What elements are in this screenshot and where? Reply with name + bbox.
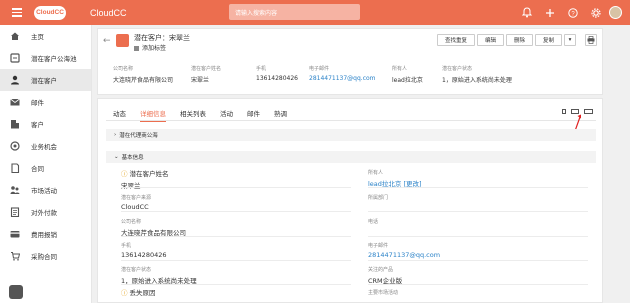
- sidebar-item-label: 对外付款: [31, 209, 57, 217]
- sidebar-item-label: 客户: [31, 121, 44, 129]
- section-basic-info[interactable]: ⌄ 基本信息: [106, 151, 596, 163]
- tabs-divider: [106, 120, 596, 121]
- app-launcher-icon[interactable]: [9, 285, 23, 299]
- sidebar-item-label: 主页: [31, 33, 44, 41]
- header-field-owner: 所有人 lead拉北京: [392, 66, 423, 84]
- sidebar-item-mail[interactable]: 邮件: [0, 91, 91, 113]
- tag-icon: [134, 46, 139, 51]
- divider: [121, 236, 351, 237]
- section-agent-pool[interactable]: › 潜在代理商公海: [106, 129, 596, 141]
- field-mobile: 手机 13614280426: [121, 243, 167, 259]
- mail-icon: [9, 97, 20, 108]
- help-icon[interactable]: ?: [561, 0, 584, 25]
- sidebar-item-leads[interactable]: 潜在客户: [0, 69, 91, 91]
- field-lead-source: 潜在客户来源 CloudCC: [121, 195, 152, 211]
- sidebar-item-label: 费用报销: [31, 231, 57, 239]
- chevron-right-icon: ›: [114, 132, 117, 138]
- field-email: 电子邮件 2814471137@qq.com: [368, 243, 441, 259]
- header-field-mobile: 手机 13614280426: [256, 66, 298, 82]
- field-lost-reason: ⓘ 丢失原因: [121, 289, 156, 297]
- section-title: 潜在代理商公海: [119, 133, 158, 139]
- sidebar-item-purchase-contracts[interactable]: 采购合同: [0, 245, 91, 267]
- divider: [121, 260, 351, 261]
- divider: [368, 187, 588, 188]
- more-actions-dropdown[interactable]: ▾: [564, 34, 576, 46]
- divider: [121, 284, 351, 285]
- back-icon[interactable]: ←: [103, 36, 111, 46]
- avatar[interactable]: [609, 6, 622, 19]
- page-title: 潜在客户：宋翠兰: [134, 34, 190, 42]
- sidebar: 主页 潜在客户公海池 潜在客户 邮件 客户 业务机会 合同 市场活动 对外付款 …: [0, 25, 92, 303]
- home-icon: [9, 31, 20, 42]
- menu-icon[interactable]: [0, 0, 34, 25]
- field-lead-status: 潜在客户状态 1，原始进入系统尚未处理: [121, 267, 197, 285]
- lead-record-icon: [116, 34, 129, 47]
- sidebar-item-label: 市场活动: [31, 187, 57, 195]
- sidebar-item-accounts[interactable]: 客户: [0, 113, 91, 135]
- expense-icon: [9, 229, 20, 240]
- add-tag-label: 添加标签: [142, 45, 167, 52]
- search-input[interactable]: 请输入搜索内容: [229, 4, 360, 20]
- divider: [368, 260, 588, 261]
- edit-button[interactable]: 编辑: [476, 34, 504, 46]
- field-phone: 电话: [368, 219, 379, 225]
- chevron-down-icon: ⌄: [114, 154, 119, 160]
- payment-icon: [9, 207, 20, 218]
- field-owner: 所有人 lead拉北京 [更改]: [368, 170, 422, 188]
- single-column-layout-icon[interactable]: [562, 109, 566, 114]
- divider: [121, 211, 351, 212]
- header-field-status: 潜在客户状态 1，原始进入系统尚未处理: [442, 66, 512, 84]
- opportunity-icon: [9, 141, 20, 152]
- logo: CloudCC: [34, 5, 66, 20]
- sidebar-item-label: 潜在客户: [31, 77, 57, 85]
- sidebar-item-expenses[interactable]: 费用报销: [0, 223, 91, 245]
- find-duplicates-button[interactable]: 查找重复: [436, 34, 475, 46]
- header-field-lead-name: 潜在客户姓名 宋翠兰: [191, 66, 222, 84]
- delete-button[interactable]: 删除: [505, 34, 533, 46]
- required-icon: ⓘ: [121, 289, 128, 297]
- required-icon: ⓘ: [121, 170, 128, 178]
- sidebar-item-label: 业务机会: [31, 143, 57, 151]
- copy-button[interactable]: 复制: [534, 34, 562, 46]
- sidebar-item-lead-pool[interactable]: 潜在客户公海池: [0, 47, 91, 69]
- divider: [368, 284, 588, 285]
- detail-panel: 动态 详细信息 相关列表 活动 邮件 熟调 › 潜在代理商公海 ⌄ 基本信息 ⓘ 潜在…: [97, 98, 603, 303]
- field-company-name: 公司名称 大连晓芹食品有限公司: [121, 219, 186, 237]
- gear-icon[interactable]: [584, 0, 607, 25]
- email-link[interactable]: 2814471137@qq.com: [309, 75, 382, 82]
- sidebar-item-label: 合同: [31, 165, 44, 173]
- sidebar-item-label: 邮件: [31, 99, 44, 107]
- top-bar: CloudCC CloudCC 请输入搜索内容 ?: [0, 0, 630, 25]
- sidebar-item-marketing[interactable]: 市场活动: [0, 179, 91, 201]
- contract-icon: [9, 163, 20, 174]
- field-department: 所属部门: [368, 195, 389, 201]
- purchase-icon: [9, 251, 20, 262]
- three-column-layout-icon[interactable]: [584, 109, 593, 114]
- sidebar-item-label: 采购合同: [31, 253, 57, 261]
- sidebar-item-payments[interactable]: 对外付款: [0, 201, 91, 223]
- field-primary-campaign: 主要市场活动: [368, 290, 399, 296]
- plus-icon[interactable]: [538, 0, 561, 25]
- header-field-email: 电子邮件 2814471137@qq.com: [309, 65, 382, 84]
- divider: [368, 236, 588, 237]
- add-tag-link[interactable]: 添加标签: [134, 43, 166, 52]
- app-name: CloudCC: [90, 7, 127, 18]
- header-field-company: 公司名称 大连晓芹食品有限公司: [113, 66, 174, 84]
- sidebar-item-home[interactable]: 主页: [0, 25, 91, 47]
- sidebar-item-opportunities[interactable]: 业务机会: [0, 135, 91, 157]
- divider: [368, 211, 588, 212]
- sidebar-item-contracts[interactable]: 合同: [0, 157, 91, 179]
- person-icon: [9, 75, 20, 86]
- section-title: 基本信息: [121, 155, 144, 161]
- email-link[interactable]: 2814471137@qq.com: [368, 251, 440, 259]
- bell-icon[interactable]: [515, 0, 538, 25]
- pool-icon: [9, 53, 20, 64]
- building-icon: [9, 119, 20, 130]
- divider: [121, 187, 351, 188]
- sidebar-item-label: 潜在客户公海池: [31, 55, 77, 63]
- marketing-icon: [9, 185, 20, 196]
- field-interested-product: 关注的产品 CRM企业版: [368, 267, 403, 285]
- record-header: ← 潜在客户：宋翠兰 添加标签 查找重复 编辑 删除 复制 ▾ 公司名称 大连晓芹…: [97, 28, 603, 95]
- print-icon[interactable]: [585, 34, 597, 46]
